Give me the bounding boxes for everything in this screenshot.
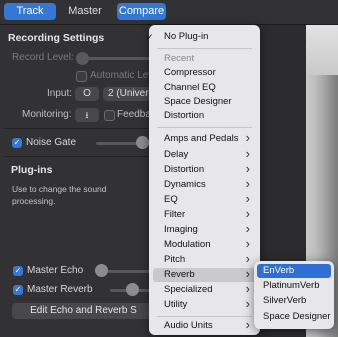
master-reverb-label: Master Reverb <box>27 284 93 295</box>
tab-master[interactable]: Master <box>60 3 110 20</box>
feedback-checkbox[interactable] <box>104 110 115 121</box>
menu-item-category[interactable]: Filter <box>153 207 256 222</box>
automatic-level-label: Automatic Lev <box>90 70 154 81</box>
menu-item-category[interactable]: Dynamics <box>153 177 256 192</box>
master-echo-label: Master Echo <box>27 265 84 276</box>
plugins-description: Use to change the sound processing. <box>12 184 107 206</box>
plugins-title: Plug-ins <box>11 164 53 176</box>
menu-item-recent[interactable]: Channel EQ <box>153 81 256 95</box>
menu-item-category[interactable]: Delay <box>153 147 256 162</box>
background-image-highlight <box>306 25 338 75</box>
menu-item-reverb[interactable]: Reverb <box>153 267 256 282</box>
menu-header-recent: Recent <box>164 53 195 64</box>
record-level-slider-track <box>82 57 152 60</box>
top-tab-bar: Track Master Compare <box>0 0 338 25</box>
noise-gate-checkbox[interactable]: ✓ <box>12 138 22 148</box>
menu-item-recent[interactable]: Space Designer <box>153 95 256 109</box>
menu-separator <box>157 127 252 128</box>
master-reverb-checkbox[interactable]: ✓ <box>13 285 23 295</box>
menu-item-no-plugin[interactable]: ✓ No Plug-in <box>146 30 256 44</box>
menu-item-category[interactable]: Modulation <box>153 237 256 252</box>
menu-item-recent[interactable]: Compressor <box>153 66 256 80</box>
monitoring-label: Monitoring: <box>22 109 72 120</box>
menu-item-category[interactable]: EQ <box>153 192 256 207</box>
automatic-level-checkbox[interactable] <box>76 71 87 82</box>
master-reverb-slider-knob[interactable] <box>126 283 139 296</box>
noise-gate-label: Noise Gate <box>26 137 77 148</box>
menu-separator <box>157 316 252 317</box>
menu-item-category[interactable]: Distortion <box>153 162 256 177</box>
menu-item-label: No Plug-in <box>164 31 209 42</box>
checkmark-icon: ✓ <box>146 32 154 42</box>
inspector-panel: Recording Settings Record Level: Automat… <box>0 25 160 337</box>
compare-button[interactable]: Compare <box>117 3 166 20</box>
monitor-icon: ⭳ <box>85 110 89 120</box>
input-source-select[interactable]: 2 (Univer <box>103 87 153 101</box>
noise-gate-slider-knob[interactable] <box>136 136 149 149</box>
menu-item-recent[interactable]: Distortion <box>153 109 256 123</box>
menu-item-audio-units[interactable]: Audio Units <box>153 318 256 333</box>
edit-echo-reverb-button[interactable]: Edit Echo and Reverb S <box>12 303 155 319</box>
menu-item-category[interactable]: Specialized <box>153 282 256 297</box>
submenu-item-silververb[interactable]: SilverVerb <box>257 294 331 308</box>
tab-track[interactable]: Track <box>4 3 56 20</box>
input-label: Input: <box>47 88 73 99</box>
plugin-menu: ✓ No Plug-in Recent Compressor Channel E… <box>146 25 260 335</box>
feedback-label: Feedba <box>117 109 151 120</box>
menu-separator <box>157 48 252 49</box>
recording-settings-title: Recording Settings <box>8 32 105 44</box>
submenu-item-enverb[interactable]: EnVerb <box>257 264 331 278</box>
master-echo-checkbox[interactable]: ✓ <box>13 266 23 276</box>
monitoring-button[interactable]: ⭳ <box>75 108 99 122</box>
submenu-item-platinumverb[interactable]: PlatinumVerb <box>257 279 331 293</box>
menu-item-category[interactable]: Pitch <box>153 252 256 267</box>
record-level-slider-knob[interactable] <box>76 52 89 65</box>
divider <box>4 156 156 157</box>
record-level-label: Record Level: <box>12 52 74 63</box>
menu-item-category[interactable]: Amps and Pedals <box>153 131 256 146</box>
reverb-submenu: EnVerb PlatinumVerb SilverVerb Space Des… <box>254 261 334 329</box>
divider <box>4 128 156 129</box>
input-format-button[interactable]: O <box>75 87 99 101</box>
master-echo-slider-knob[interactable] <box>95 264 108 277</box>
menu-item-category[interactable]: Imaging <box>153 222 256 237</box>
submenu-item-space-designer[interactable]: Space Designer <box>257 310 331 324</box>
menu-item-category[interactable]: Utility <box>153 297 256 312</box>
